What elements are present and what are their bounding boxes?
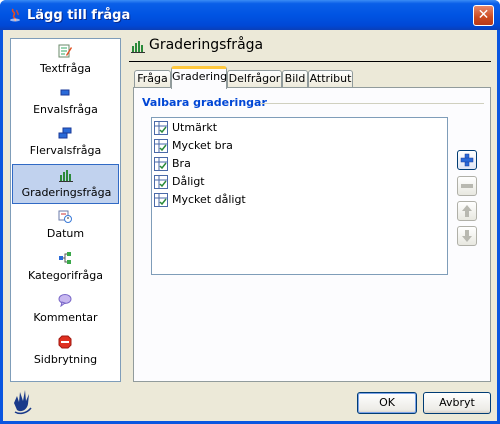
question-header: Graderingsfråga [129, 36, 491, 62]
list-item-label: Mycket bra [172, 139, 233, 152]
tab-fraga[interactable]: Fråga [134, 70, 171, 88]
tab-label: Gradering [172, 70, 228, 83]
ok-button-label: OK [379, 396, 395, 409]
sidebar-item-sidbrytning[interactable]: Sidbrytning [11, 332, 120, 372]
list-item[interactable]: Dåligt [154, 173, 444, 191]
rating-item-icon [154, 139, 168, 153]
tab-label: Bild [284, 72, 306, 85]
rating-item-icon [154, 193, 168, 207]
rating-question-icon [59, 170, 73, 182]
page-title: Graderingsfråga [149, 37, 264, 53]
rating-item-icon [154, 121, 168, 135]
dialog-client: Textfråga Envalsfråga Flervalsfråga Grad… [3, 30, 497, 421]
sidebar-item-label: Flervalsfråga [29, 144, 102, 157]
cancel-button[interactable]: Avbryt [423, 392, 491, 414]
category-icon [59, 252, 71, 264]
cancel-button-label: Avbryt [439, 396, 475, 409]
tab-panel: Valbara graderingar Utmärkt Mycket bra B… [133, 87, 491, 382]
sidebar-item-datum[interactable]: Datum [11, 206, 120, 246]
page-break-icon [58, 335, 72, 349]
comment-icon [58, 294, 72, 307]
arrow-down-icon [462, 230, 472, 242]
tab-label: Attribut [309, 72, 352, 85]
sidebar-item-label: Textfråga [39, 62, 92, 75]
question-type-list: Textfråga Envalsfråga Flervalsfråga Grad… [10, 38, 121, 382]
list-item-label: Dåligt [172, 175, 205, 188]
arrow-up-icon [462, 205, 472, 217]
single-choice-icon [60, 89, 70, 96]
tab-bild[interactable]: Bild [282, 70, 308, 88]
plus-icon [460, 153, 474, 167]
group-divider [260, 103, 484, 104]
multi-choice-icon [58, 127, 72, 139]
sidebar-item-label: Kategorifråga [28, 269, 103, 282]
rating-item-icon [154, 157, 168, 171]
sidebar-item-label: Graderingsfråga [21, 186, 112, 199]
ok-button[interactable]: OK [357, 392, 417, 414]
sidebar-item-envalsfraga[interactable]: Envalsfråga [11, 82, 120, 122]
sidebar-item-textfraga[interactable]: Textfråga [11, 41, 120, 81]
add-rating-button[interactable] [457, 150, 477, 170]
list-item[interactable]: Mycket dåligt [154, 191, 444, 209]
move-down-button[interactable] [457, 226, 477, 246]
list-item[interactable]: Utmärkt [154, 119, 444, 137]
app-icon [10, 8, 20, 22]
sidebar-item-flervalsfraga[interactable]: Flervalsfråga [11, 123, 120, 163]
sidebar-item-kategorifraga[interactable]: Kategorifråga [11, 248, 120, 288]
app-logo-icon [14, 390, 32, 415]
date-icon [58, 210, 72, 223]
text-question-icon [58, 44, 72, 58]
list-item[interactable]: Bra [154, 155, 444, 173]
tab-attribut[interactable]: Attribut [308, 70, 353, 88]
list-item-label: Bra [172, 157, 191, 170]
rating-list[interactable]: Utmärkt Mycket bra Bra Dåligt Mycket dål… [151, 117, 448, 275]
rating-item-icon [154, 175, 168, 189]
sidebar-item-graderingsfraga[interactable]: Graderingsfråga [12, 164, 119, 204]
header-divider [129, 61, 491, 62]
list-item-label: Mycket dåligt [172, 193, 246, 206]
minus-icon [461, 184, 473, 188]
title-bar[interactable]: Lägg till fråga ✕ [0, 0, 500, 30]
sidebar-item-label: Datum [46, 227, 85, 240]
tab-label: Fråga [137, 72, 168, 85]
remove-rating-button[interactable] [457, 176, 477, 196]
list-item-label: Utmärkt [172, 121, 218, 134]
tab-delfragor[interactable]: Delfrågor [227, 70, 282, 88]
list-item[interactable]: Mycket bra [154, 137, 444, 155]
dialog-window: Lägg till fråga ✕ Textfråga Envalsfråga [0, 0, 500, 424]
tab-gradering[interactable]: Gradering [171, 66, 227, 89]
sidebar-item-label: Kommentar [33, 311, 98, 324]
rating-question-icon [131, 41, 145, 53]
close-icon: ✕ [477, 7, 490, 23]
tab-label: Delfrågor [228, 72, 281, 85]
move-up-button[interactable] [457, 201, 477, 221]
sidebar-item-label: Envalsfråga [33, 103, 98, 116]
sidebar-item-kommentar[interactable]: Kommentar [11, 290, 120, 330]
sidebar-item-label: Sidbrytning [33, 353, 98, 366]
window-title: Lägg till fråga [27, 8, 131, 23]
group-title: Valbara graderingar [142, 96, 267, 109]
close-button[interactable]: ✕ [473, 5, 494, 26]
